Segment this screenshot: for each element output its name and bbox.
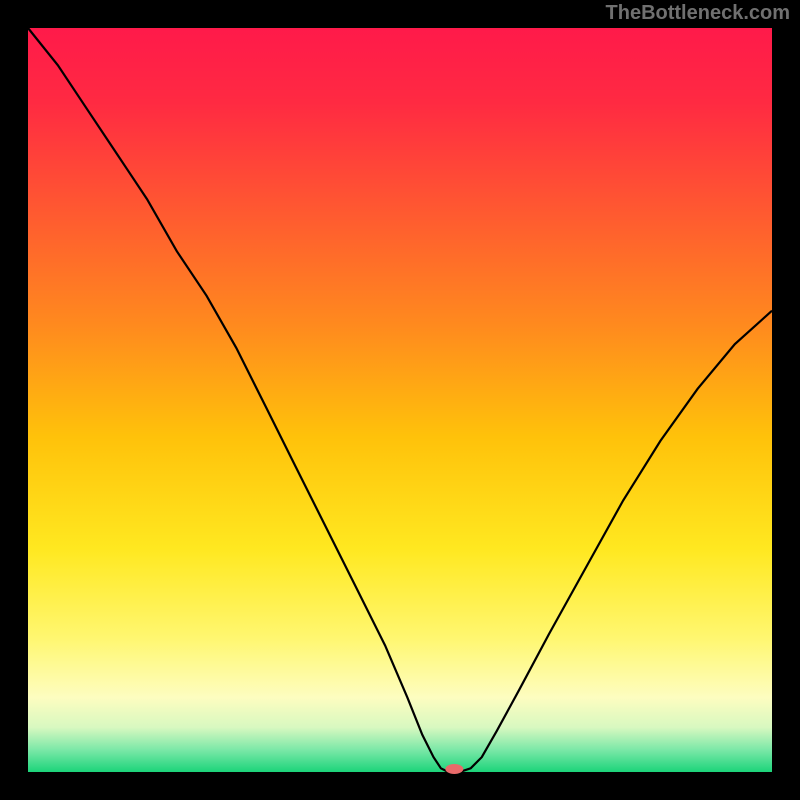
chart-svg [0, 0, 800, 800]
plot-gradient-background [28, 28, 772, 772]
optimal-point-marker [445, 764, 463, 774]
bottleneck-chart: TheBottleneck.com [0, 0, 800, 800]
watermark-text: TheBottleneck.com [606, 2, 790, 25]
